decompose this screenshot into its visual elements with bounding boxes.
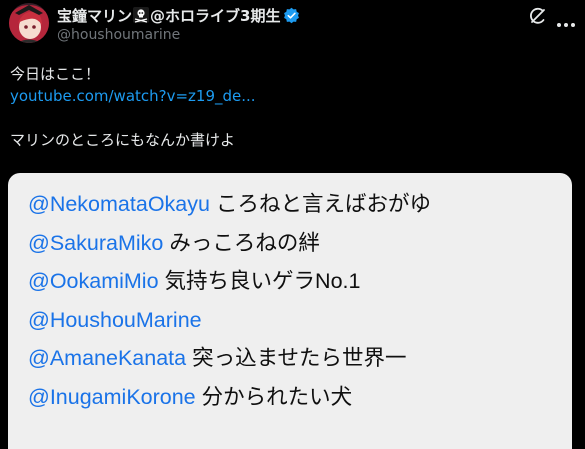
skull-and-crossbones-icon xyxy=(133,7,150,23)
mention-comment: 気持ち良いゲラNo.1 xyxy=(164,269,361,293)
mention-kanata: @AmaneKanata xyxy=(28,346,187,370)
post-line: マリンのところにもなんか書けよ xyxy=(10,131,236,149)
avatar-image xyxy=(9,3,49,43)
display-name[interactable]: 宝鐘マリン xyxy=(57,5,132,26)
mention-marine: @HoushouMarine xyxy=(28,307,202,332)
post-header: 宝鐘マリン @ホロライブ3期生 @houshoumarine xyxy=(57,5,505,43)
mention-korone: @InugamiKorone xyxy=(28,384,196,409)
post-line: 今日はここ！ xyxy=(10,65,101,83)
mention-miko: @SakuraMiko xyxy=(28,230,164,255)
mention-mio: @OokamiMio xyxy=(28,269,159,293)
attached-image[interactable]: @NekomataOkayu ころねと言えばおがゆ @SakuraMiko みっころ… xyxy=(8,173,572,449)
mention-row: @NekomataOkayu ころねと言えばおがゆ xyxy=(28,185,431,224)
mention-row: @AmaneKanata 突っ込ませたら世界一 xyxy=(28,339,431,378)
author-name-row[interactable]: 宝鐘マリン @ホロライブ3期生 xyxy=(57,5,505,25)
verified-badge-icon xyxy=(283,7,300,24)
author-handle[interactable]: @houshoumarine xyxy=(57,27,505,43)
youtube-link[interactable]: youtube.com/watch?v=z19_de... xyxy=(10,85,256,107)
mention-list: @NekomataOkayu ころねと言えばおがゆ @SakuraMiko みっころ… xyxy=(28,185,431,416)
mention-row: @HoushouMarine xyxy=(28,301,431,340)
mention-comment: みっころねの絆 xyxy=(169,230,320,255)
mention-okayu: @NekomataOkayu xyxy=(28,192,210,216)
mention-comment: ころねと言えばおがゆ xyxy=(215,192,431,216)
mention-comment: 分かられたい犬 xyxy=(201,384,353,409)
mention-row: @OokamiMio 気持ち良いゲラNo.1 xyxy=(28,262,431,301)
display-name-suffix[interactable]: @ホロライブ3期生 xyxy=(150,5,280,26)
post-text: 今日はここ！ youtube.com/watch?v=z19_de... マリン… xyxy=(10,63,256,151)
more-options-icon[interactable] xyxy=(556,13,576,27)
grok-icon[interactable] xyxy=(528,6,548,26)
mention-row: @InugamiKorone 分かられたい犬 xyxy=(28,378,431,417)
tweet: 宝鐘マリン @ホロライブ3期生 @houshoumarine 今日はここ！ yo… xyxy=(0,0,585,449)
avatar[interactable] xyxy=(9,3,49,43)
mention-row: @SakuraMiko みっころねの絆 xyxy=(28,224,431,263)
mention-comment: 突っ込ませたら世界一 xyxy=(192,346,407,370)
